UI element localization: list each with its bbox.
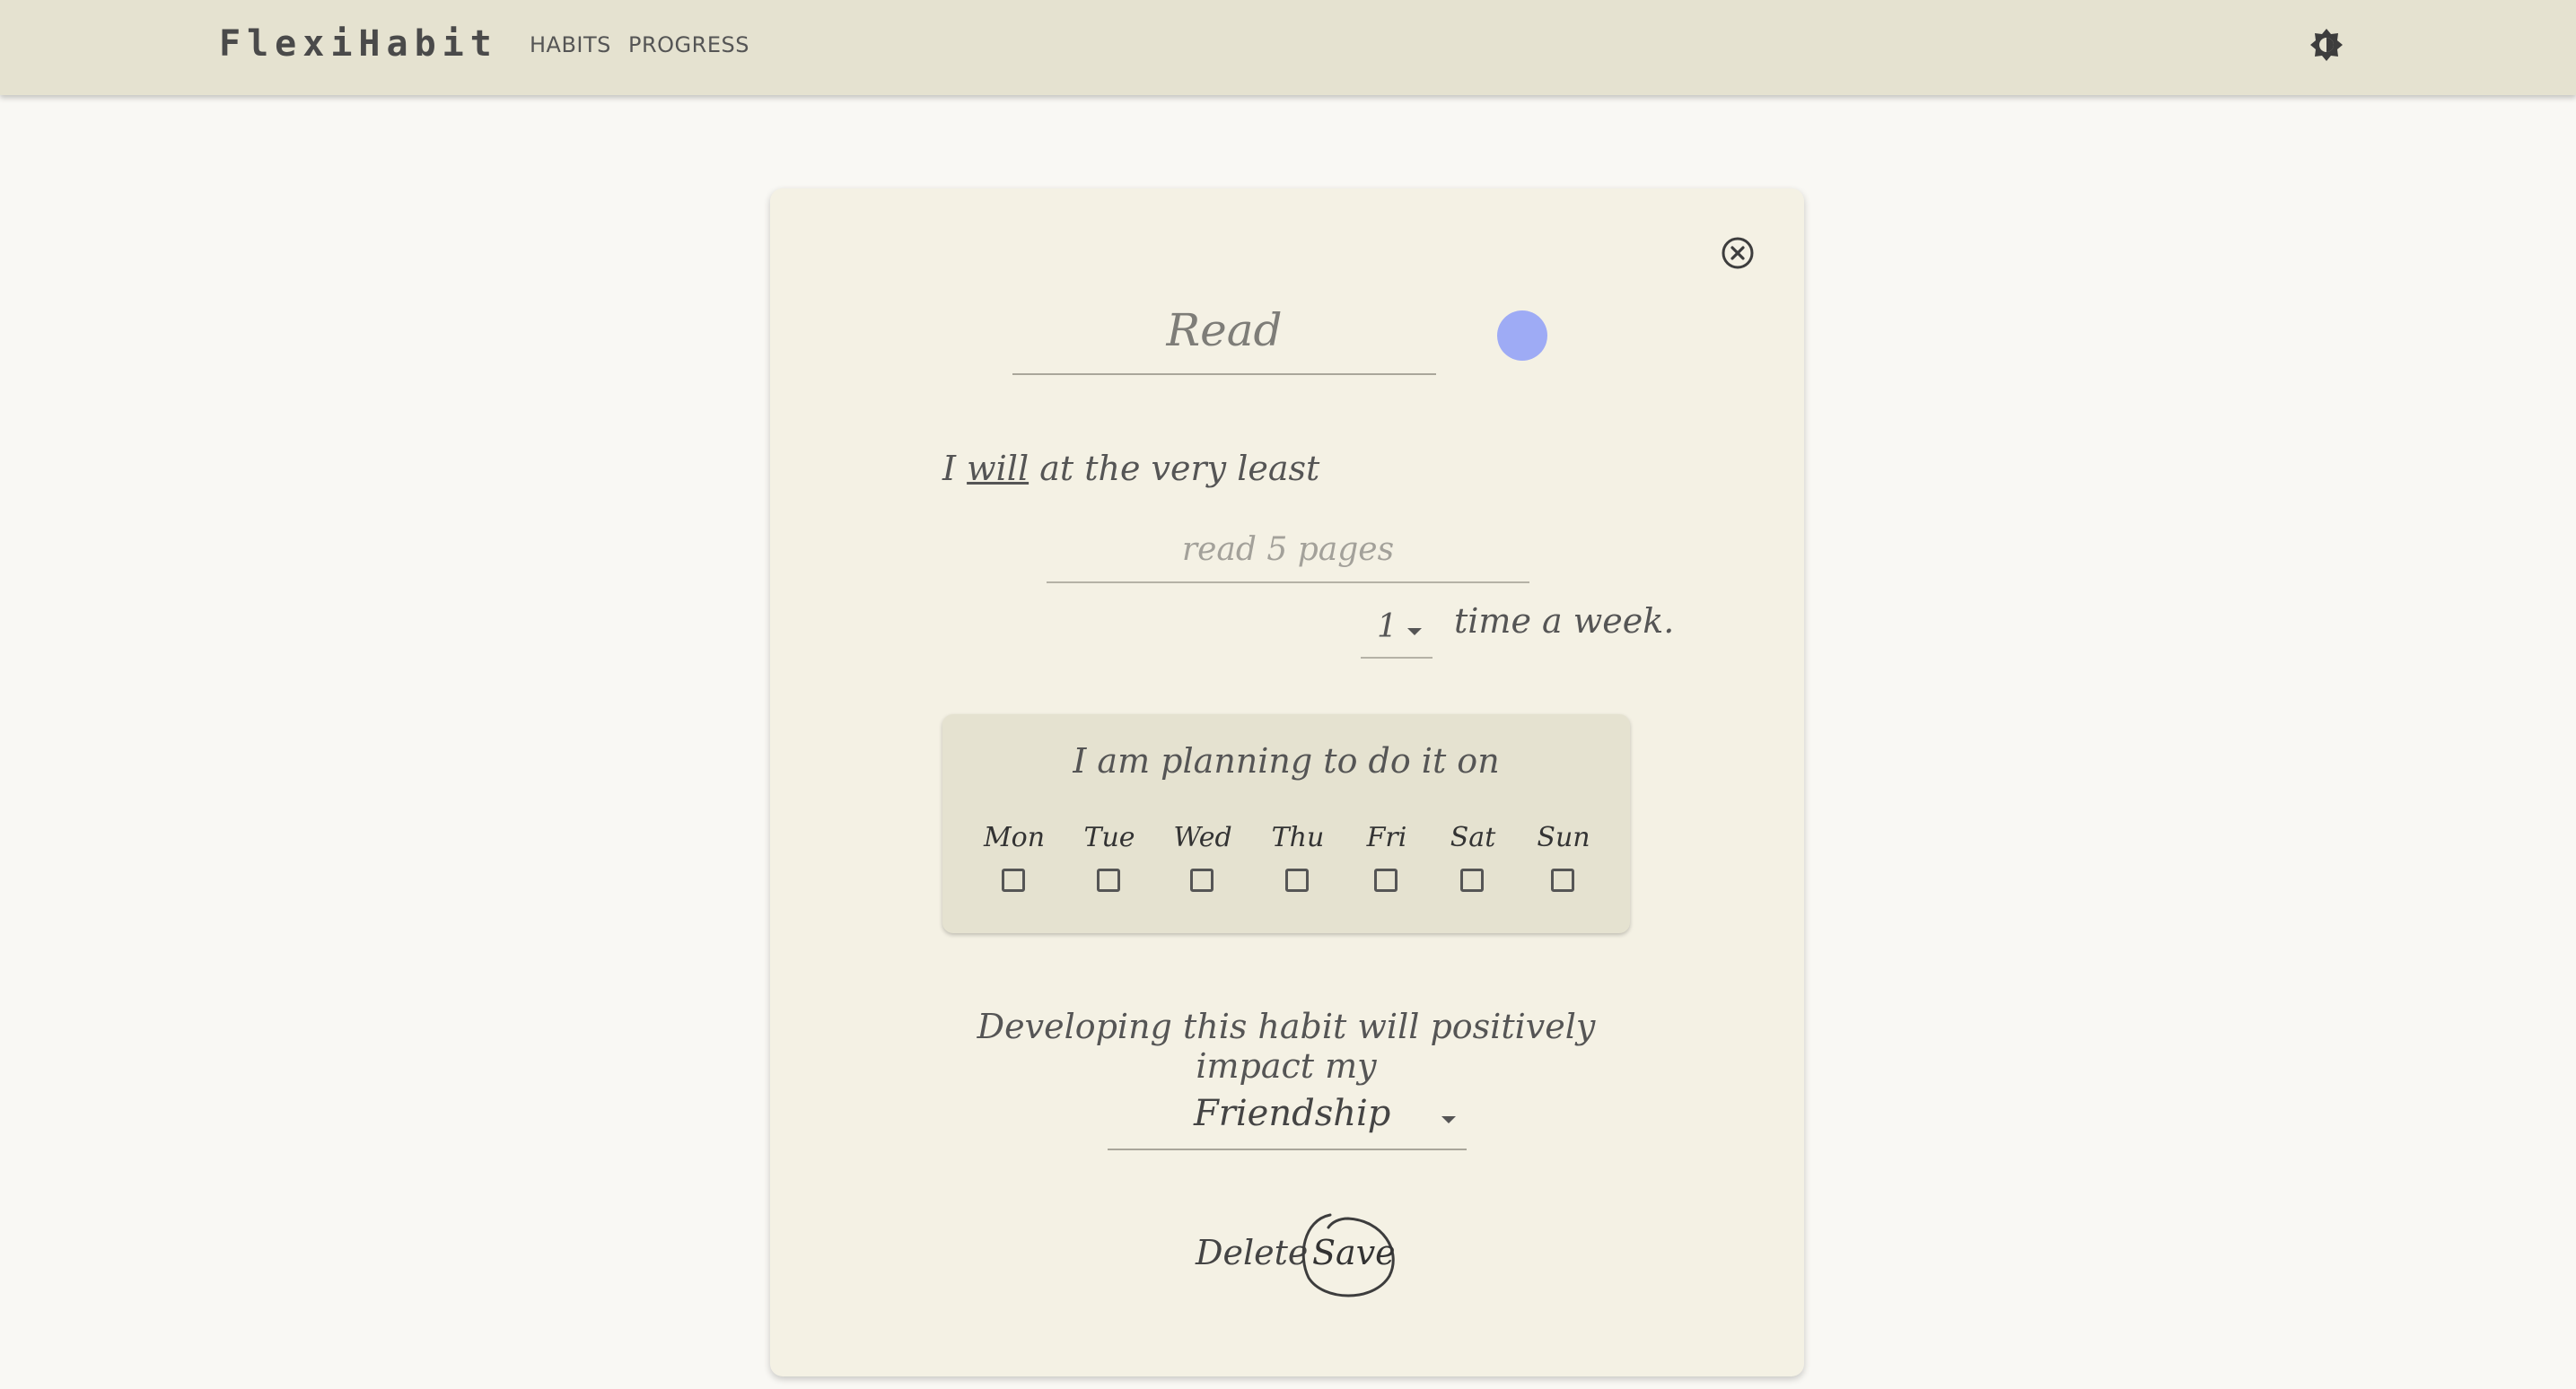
habit-name-field bbox=[1012, 287, 1436, 375]
day-checkbox-tue[interactable] bbox=[1097, 869, 1120, 892]
save-label: Save bbox=[1312, 1233, 1396, 1272]
frequency-select[interactable]: 1 bbox=[1361, 601, 1433, 659]
day-label-sat: Sat bbox=[1450, 822, 1496, 853]
impact-area-value: Friendship bbox=[1194, 1093, 1391, 1134]
brightness-icon[interactable] bbox=[2309, 27, 2344, 63]
day-checkbox-thu[interactable] bbox=[1285, 869, 1309, 892]
commitment-suffix: at the very least bbox=[1039, 449, 1320, 488]
day-checkbox-sun[interactable] bbox=[1551, 869, 1574, 892]
habit-color-picker[interactable] bbox=[1497, 310, 1547, 361]
commitment-sentence: I will at the very least bbox=[942, 449, 1319, 488]
impact-sentence: Developing this habit will positively im… bbox=[977, 1007, 1596, 1086]
save-button[interactable]: Save bbox=[1296, 1211, 1397, 1301]
day-label-fri: Fri bbox=[1366, 822, 1407, 853]
day-label-mon: Mon bbox=[983, 822, 1046, 853]
chevron-down-icon bbox=[1407, 628, 1422, 635]
chevron-down-icon bbox=[1441, 1116, 1456, 1123]
day-checkbox-wed[interactable] bbox=[1190, 869, 1214, 892]
day-label-thu: Thu bbox=[1271, 822, 1325, 853]
commitment-prefix: I bbox=[942, 449, 957, 488]
brand-logo[interactable]: FlexiHabit bbox=[219, 23, 498, 65]
frequency-suffix: time a week. bbox=[1454, 601, 1675, 641]
commitment-will-toggle[interactable]: will bbox=[967, 449, 1029, 488]
day-label-tue: Tue bbox=[1083, 822, 1135, 853]
close-circle-icon[interactable] bbox=[1720, 235, 1756, 271]
day-label-wed: Wed bbox=[1173, 822, 1232, 853]
app-bar: FlexiHabit HABITS PROGRESS bbox=[0, 0, 2576, 95]
planned-days-title: I am planning to do it on bbox=[1073, 741, 1500, 781]
day-checkbox-mon[interactable] bbox=[1002, 869, 1025, 892]
day-checkbox-sat[interactable] bbox=[1460, 869, 1484, 892]
day-label-sun: Sun bbox=[1537, 822, 1590, 853]
habit-name-input[interactable] bbox=[1012, 287, 1436, 373]
day-checkbox-fri[interactable] bbox=[1374, 869, 1398, 892]
habit-action-field bbox=[1047, 517, 1529, 583]
habit-action-input[interactable] bbox=[1047, 517, 1529, 581]
frequency-value: 1 bbox=[1377, 608, 1398, 645]
delete-button[interactable]: Delete bbox=[1196, 1233, 1308, 1272]
impact-area-select[interactable]: Friendship bbox=[1108, 1084, 1467, 1150]
nav-habits-link[interactable]: HABITS bbox=[530, 32, 611, 57]
nav-progress-link[interactable]: PROGRESS bbox=[628, 32, 749, 57]
